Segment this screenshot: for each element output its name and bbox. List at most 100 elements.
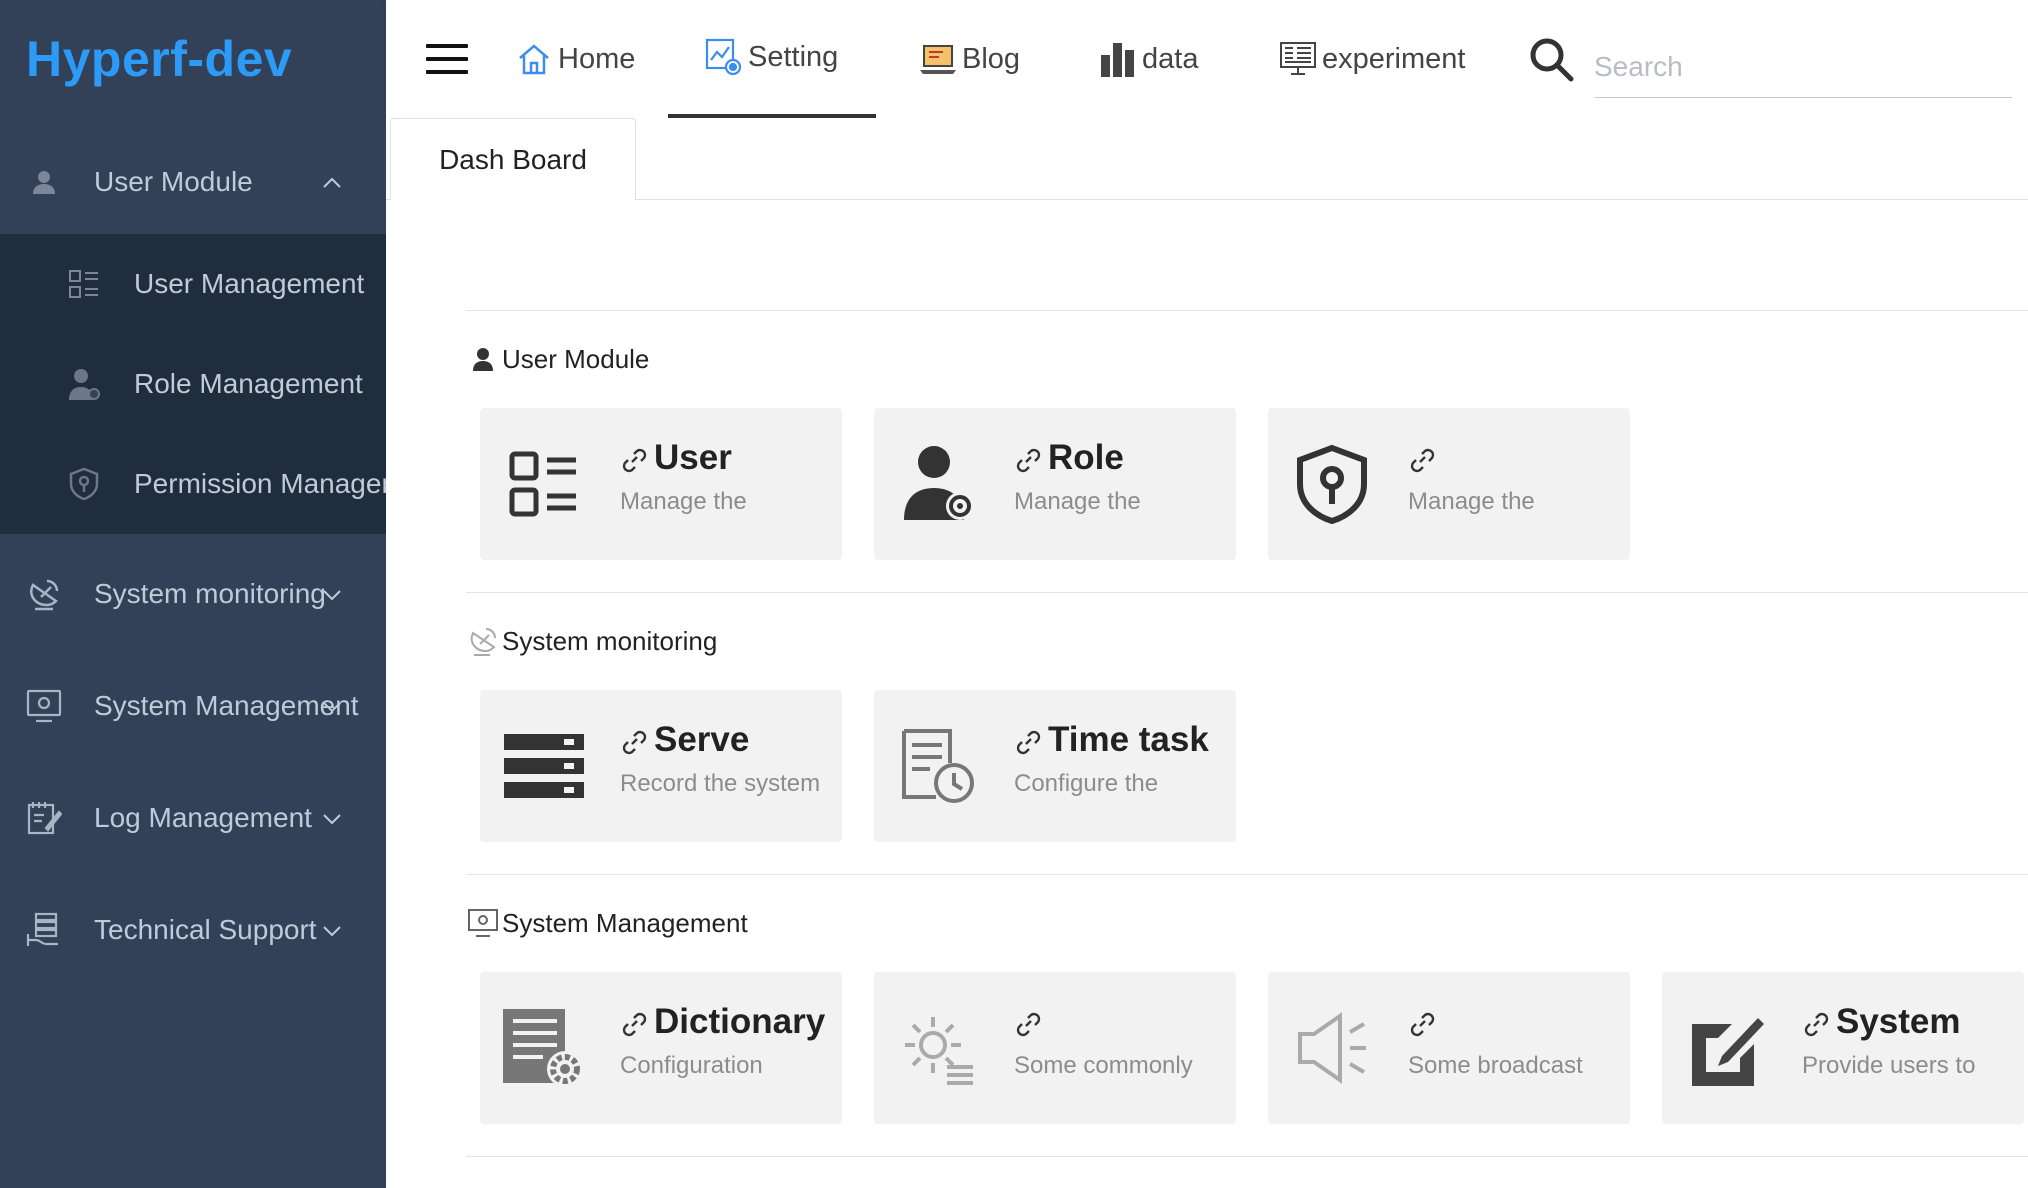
card-title: Serve <box>654 720 750 759</box>
card-title: Role <box>1048 438 1124 477</box>
link-icon <box>622 730 647 755</box>
shield-key-icon <box>1286 438 1378 530</box>
sidebar-item-role-management[interactable]: Role Management <box>0 334 386 434</box>
chart-settings-icon <box>704 37 744 77</box>
link-icon <box>622 1012 647 1037</box>
nav-tab-experiment[interactable]: experiment <box>1278 0 1465 118</box>
notebook-pen-icon <box>26 800 62 836</box>
sidebar-item-system-monitoring[interactable]: System monitoring <box>0 542 386 646</box>
chevron-down-icon[interactable] <box>322 693 342 719</box>
sidebar-item-log-management[interactable]: Log Management <box>0 766 386 870</box>
nav-tab-label: experiment <box>1322 42 1466 75</box>
section-title-user-module: User Module <box>466 342 649 376</box>
card-user[interactable]: User Manage the <box>480 408 842 560</box>
card-title: System <box>1836 1002 1961 1041</box>
shield-key-icon <box>66 466 102 502</box>
user-gear-icon <box>66 366 102 402</box>
monitor-gear-icon <box>466 906 500 940</box>
divider <box>466 874 2028 875</box>
search-icon[interactable] <box>1528 36 1574 82</box>
nav-tab-label: Blog <box>962 42 1021 75</box>
sidebar-item-label: Log Management <box>94 802 312 833</box>
sidebar-item-label: User Module <box>94 166 253 197</box>
document-clock-icon <box>892 720 984 812</box>
card-description: Record the system <box>620 770 821 797</box>
section-title-system-management: System Management <box>466 906 748 940</box>
nav-tab-data[interactable]: data <box>1098 0 1198 118</box>
nav-tab-home[interactable]: Home <box>514 0 635 118</box>
link-icon <box>1016 1012 1041 1037</box>
link-icon <box>1804 1012 1829 1037</box>
app-root: Hyperf-dev User Module User Management R… <box>0 0 2028 1188</box>
sidebar: Hyperf-dev User Module User Management R… <box>0 0 386 1188</box>
chevron-up-icon[interactable] <box>322 169 342 195</box>
monitor-grid-icon <box>1278 39 1318 79</box>
monitor-gear-icon <box>26 688 62 724</box>
list-icon <box>498 438 590 530</box>
server-rack-icon <box>498 720 590 812</box>
sidebar-item-technical-support[interactable]: Technical Support <box>0 878 386 982</box>
sidebar-item-label: System Management <box>94 690 359 721</box>
satellite-dish-icon <box>466 624 500 658</box>
chevron-down-icon[interactable] <box>322 805 342 831</box>
nav-tab-label: data <box>1142 42 1199 75</box>
card-title: Dictionary <box>654 1002 826 1041</box>
user-gear-icon <box>892 438 984 530</box>
hamburger-menu-icon[interactable] <box>426 44 468 78</box>
chevron-down-icon[interactable] <box>322 917 342 943</box>
sidebar-item-label: Technical Support <box>94 914 317 945</box>
satellite-dish-icon <box>26 576 62 612</box>
divider <box>466 1156 2028 1157</box>
card-description: Some broadcast <box>1408 1052 1583 1079</box>
card-serve[interactable]: Serve Record the system <box>480 690 842 842</box>
link-icon <box>1016 730 1041 755</box>
app-logo[interactable]: Hyperf-dev <box>26 30 292 88</box>
search-input[interactable] <box>1594 36 2012 98</box>
card-title: Time task <box>1048 720 1209 759</box>
sidebar-item-user-module[interactable]: User Module <box>0 130 386 234</box>
gear-list-icon <box>892 1002 984 1094</box>
section-title-system-monitoring: System monitoring <box>466 624 717 658</box>
sidebar-subitem-label: Role Management <box>134 368 363 399</box>
card-dictionary[interactable]: Dictionary Configuration <box>480 972 842 1124</box>
sidebar-item-user-management[interactable]: User Management <box>0 234 386 334</box>
book-gear-icon <box>498 1002 590 1094</box>
user-module-submenu: User Management Role Management Permissi… <box>0 234 386 534</box>
chevron-down-icon[interactable] <box>322 581 342 607</box>
laptop-icon <box>918 39 958 79</box>
edit-icon <box>1680 1002 1772 1094</box>
link-icon <box>1016 448 1041 473</box>
nav-tab-label: Setting <box>748 40 839 73</box>
list-icon <box>66 266 102 302</box>
card-common-settings[interactable]: Some commonly <box>874 972 1236 1124</box>
link-icon <box>1410 1012 1435 1037</box>
sidebar-subitem-label: Permission Management <box>134 468 386 499</box>
card-title: User <box>654 438 732 477</box>
user-icon <box>466 342 500 376</box>
divider <box>466 592 2028 593</box>
nav-tab-label: Home <box>558 42 636 75</box>
dashboard-content: User Module User Manage the Role Manage … <box>386 200 2028 1188</box>
card-description: Manage the <box>1014 488 1141 515</box>
card-role[interactable]: Role Manage the <box>874 408 1236 560</box>
link-icon <box>622 448 647 473</box>
card-description: Configuration <box>620 1052 763 1079</box>
tab-dash-board[interactable]: Dash Board <box>390 118 636 200</box>
user-icon <box>26 164 62 200</box>
card-system[interactable]: System Provide users to <box>1662 972 2024 1124</box>
page-tabs-bar: Dash Board <box>386 118 2028 200</box>
link-icon <box>1410 448 1435 473</box>
sidebar-item-system-management[interactable]: System Management <box>0 654 386 758</box>
divider <box>466 310 2028 311</box>
card-time-task[interactable]: Time task Configure the <box>874 690 1236 842</box>
card-description: Some commonly <box>1014 1052 1193 1079</box>
nav-tab-setting[interactable]: Setting <box>668 0 877 118</box>
server-hand-icon <box>26 912 62 948</box>
sidebar-item-permission-management[interactable]: Permission Management <box>0 434 386 534</box>
nav-tab-blog[interactable]: Blog <box>918 0 1020 118</box>
card-permission[interactable]: Manage the <box>1268 408 1630 560</box>
sidebar-subitem-label: User Management <box>134 268 365 299</box>
sidebar-item-label: System monitoring <box>94 578 326 609</box>
bar-chart-icon <box>1098 39 1138 79</box>
card-broadcast[interactable]: Some broadcast <box>1268 972 1630 1124</box>
